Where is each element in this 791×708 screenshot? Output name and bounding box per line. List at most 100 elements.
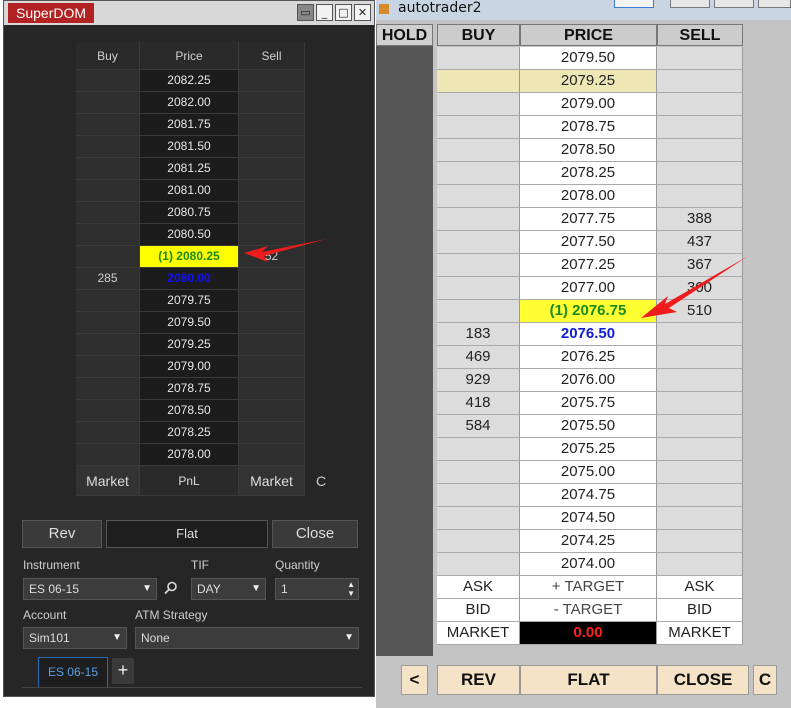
ladder-buy-cell[interactable]	[437, 185, 520, 208]
ladder-sell-cell[interactable]	[239, 312, 305, 334]
ladder-buy-cell[interactable]	[437, 47, 520, 70]
ladder-buy-cell[interactable]	[437, 530, 520, 553]
ladder-sell-cell[interactable]	[239, 268, 305, 290]
tab-es-06-15[interactable]: ES 06-15	[38, 657, 108, 687]
ladder-buy-cell[interactable]: 469	[437, 346, 520, 369]
ladder-sell-cell[interactable]	[657, 162, 743, 185]
ladder-sell-cell[interactable]	[239, 158, 305, 180]
ladder-buy-cell[interactable]	[437, 461, 520, 484]
ladder-buy-cell[interactable]: BID	[437, 599, 520, 622]
ladder-sell-cell[interactable]	[657, 507, 743, 530]
ladder-sell-cell[interactable]	[657, 484, 743, 507]
ladder-buy-cell[interactable]	[437, 300, 520, 323]
rev-button[interactable]: Rev	[22, 520, 102, 548]
ladder-sell-cell[interactable]	[657, 392, 743, 415]
ladder-buy-cell[interactable]	[76, 290, 140, 312]
ladder-sell-cell[interactable]	[239, 180, 305, 202]
ladder-sell-cell[interactable]	[239, 422, 305, 444]
ladder-buy-cell[interactable]	[76, 70, 140, 92]
ladder-sell-cell[interactable]: ASK	[657, 576, 743, 599]
ladder-sell-cell[interactable]: 510	[657, 300, 743, 323]
spinner-icon[interactable]: ▲ ▼	[347, 580, 355, 598]
close-icon[interactable]: ✕	[354, 4, 371, 21]
ladder-sell-cell[interactable]	[239, 202, 305, 224]
ladder-buy-cell[interactable]	[437, 162, 520, 185]
market-sell-button[interactable]: Market	[239, 466, 305, 496]
flat-button[interactable]: Flat	[106, 520, 268, 548]
ladder-buy-cell[interactable]	[76, 400, 140, 422]
ladder-buy-cell[interactable]	[437, 116, 520, 139]
ladder-sell-cell[interactable]	[657, 93, 743, 116]
ladder-buy-cell[interactable]	[76, 334, 140, 356]
ladder-sell-cell[interactable]: 52	[239, 246, 305, 268]
ladder-sell-cell[interactable]: 367	[657, 254, 743, 277]
flat-button[interactable]: FLAT	[520, 665, 657, 695]
ladder-sell-cell[interactable]	[657, 70, 743, 93]
restore-icon[interactable]	[670, 0, 710, 8]
ladder-buy-cell[interactable]: 418	[437, 392, 520, 415]
ladder-sell-cell[interactable]	[239, 444, 305, 466]
close-button[interactable]: CLOSE	[657, 665, 749, 695]
ladder-sell-cell[interactable]	[239, 356, 305, 378]
add-tab-button[interactable]: +	[112, 658, 134, 684]
ladder-buy-cell[interactable]	[437, 553, 520, 576]
search-icon[interactable]	[164, 581, 178, 595]
minimize-icon[interactable]	[614, 0, 654, 8]
ladder-sell-cell[interactable]	[657, 47, 743, 70]
ladder-sell-cell[interactable]	[657, 116, 743, 139]
ladder-buy-cell[interactable]	[76, 422, 140, 444]
ladder-buy-cell[interactable]	[437, 70, 520, 93]
ladder-buy-cell[interactable]	[76, 356, 140, 378]
ladder-sell-cell[interactable]: 437	[657, 231, 743, 254]
ladder-buy-cell[interactable]: ASK	[437, 576, 520, 599]
ladder-buy-cell[interactable]	[437, 93, 520, 116]
ladder-sell-cell[interactable]	[657, 346, 743, 369]
ladder-buy-cell[interactable]	[76, 312, 140, 334]
c-button[interactable]: C	[753, 665, 777, 695]
ladder-buy-cell[interactable]	[76, 246, 140, 268]
superdom-titlebar[interactable]: SuperDOM ▭ _ □ ✕	[4, 1, 374, 25]
restore-icon[interactable]: ▭	[297, 4, 314, 21]
maximize-icon[interactable]	[714, 0, 754, 8]
market-buy-button[interactable]: Market	[76, 466, 140, 496]
ladder-sell-cell[interactable]: BID	[657, 599, 743, 622]
ladder-c-label[interactable]: C	[316, 473, 326, 489]
maximize-icon[interactable]: □	[335, 4, 352, 21]
minimize-icon[interactable]: _	[316, 4, 333, 21]
ladder-sell-cell[interactable]	[657, 139, 743, 162]
ladder-sell-cell[interactable]	[657, 553, 743, 576]
autotrader-titlebar[interactable]: autotrader2	[376, 0, 791, 20]
ladder-buy-cell[interactable]	[437, 277, 520, 300]
ladder-sell-cell[interactable]	[657, 415, 743, 438]
ladder-buy-cell[interactable]	[437, 208, 520, 231]
ladder-sell-cell[interactable]	[657, 323, 743, 346]
ladder-sell-cell[interactable]	[239, 224, 305, 246]
ladder-sell-cell[interactable]	[239, 92, 305, 114]
prev-button[interactable]: <	[401, 665, 428, 695]
ladder-buy-cell[interactable]	[437, 254, 520, 277]
ladder-buy-cell[interactable]: 929	[437, 369, 520, 392]
ladder-buy-cell[interactable]	[437, 507, 520, 530]
ladder-buy-cell[interactable]	[437, 438, 520, 461]
ladder-buy-cell[interactable]: 584	[437, 415, 520, 438]
ladder-sell-cell[interactable]	[239, 378, 305, 400]
ladder-sell-cell[interactable]	[657, 461, 743, 484]
account-select[interactable]: Sim101 ▼	[23, 627, 127, 649]
ladder-sell-cell[interactable]	[239, 400, 305, 422]
ladder-buy-cell[interactable]	[76, 92, 140, 114]
ladder-sell-cell[interactable]	[239, 70, 305, 92]
ladder-sell-cell[interactable]	[657, 530, 743, 553]
ladder-buy-cell[interactable]	[76, 378, 140, 400]
ladder-buy-cell[interactable]	[76, 114, 140, 136]
ladder-sell-cell[interactable]	[239, 334, 305, 356]
atm-strategy-select[interactable]: None ▼	[135, 627, 359, 649]
ladder-buy-cell[interactable]	[76, 444, 140, 466]
ladder-sell-cell[interactable]: 388	[657, 208, 743, 231]
ladder-buy-cell[interactable]	[76, 224, 140, 246]
ladder-buy-cell[interactable]	[76, 180, 140, 202]
ladder-sell-cell[interactable]	[239, 290, 305, 312]
ladder-buy-cell[interactable]: MARKET	[437, 622, 520, 645]
ladder-buy-cell[interactable]: 285	[76, 268, 140, 290]
ladder-sell-cell[interactable]	[657, 369, 743, 392]
ladder-sell-cell[interactable]: MARKET	[657, 622, 743, 645]
